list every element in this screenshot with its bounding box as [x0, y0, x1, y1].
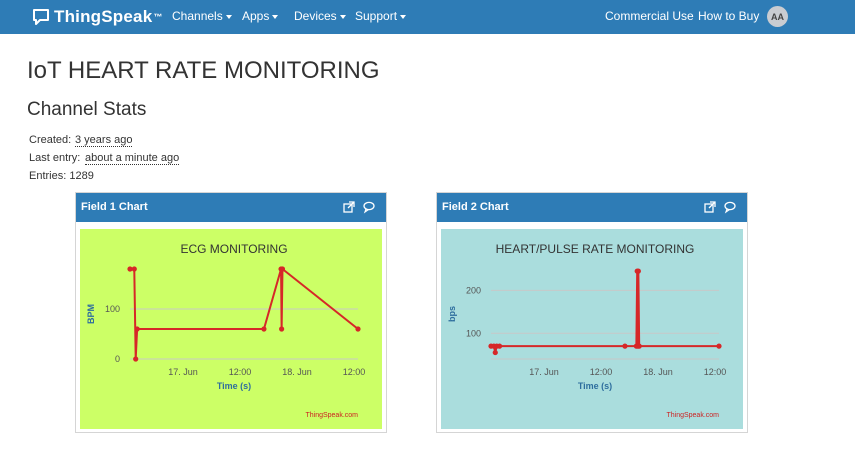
nav-channels-label: Channels — [172, 9, 223, 23]
data-point — [355, 326, 361, 332]
data-point — [279, 266, 286, 272]
brand-name: ThingSpeak — [54, 7, 153, 26]
chat-bubble-icon — [33, 9, 49, 25]
data-point — [716, 343, 722, 349]
field1-chart-panel: Field 1 Chart ECG MONITORING 0 100 17. Jun 1… — [75, 192, 387, 433]
data-point — [279, 326, 285, 332]
x-tick-label: 12:00 — [229, 367, 252, 377]
caret-down-icon — [400, 14, 407, 19]
y-tick-label: 100 — [466, 328, 481, 338]
nav-devices-label: Devices — [294, 9, 337, 23]
user-avatar[interactable]: AA — [767, 6, 788, 27]
chart-background — [441, 229, 743, 429]
chart-credit: ThingSpeak.com — [305, 412, 358, 419]
field1-chart-title: Field 1 Chart — [81, 201, 148, 213]
created-label: Created: — [29, 134, 72, 146]
chart-credit: ThingSpeak.com — [666, 412, 719, 419]
nav-support[interactable]: Support — [355, 9, 407, 23]
nav-commercial-use[interactable]: Commercial Use — [605, 9, 694, 23]
caret-down-icon — [272, 14, 279, 19]
data-point — [261, 326, 267, 332]
comment-icon[interactable] — [362, 200, 376, 214]
x-tick-label: 12:00 — [704, 367, 727, 377]
x-tick-label: 18. Jun — [643, 367, 673, 377]
field1-chart: ECG MONITORING 0 100 17. Jun 12:00 18. Jun 12:… — [80, 229, 382, 429]
x-tick-label: 17. Jun — [529, 367, 559, 377]
field2-chart-title: Field 2 Chart — [442, 201, 509, 213]
field2-chart-panel: Field 2 Chart HEART/PULSE RATE MONITORIN… — [436, 192, 748, 433]
last-entry-value: about a minute ago — [85, 152, 180, 165]
x-axis-label: Time (s) — [578, 381, 612, 391]
field2-chart-header: Field 2 Chart — [437, 193, 747, 222]
field1-chart-header: Field 1 Chart — [76, 193, 386, 222]
brand-logo[interactable]: ThingSpeak ™ — [32, 6, 162, 28]
comment-icon[interactable] — [723, 200, 737, 214]
y-tick-label: 0 — [115, 354, 120, 364]
nav-devices[interactable]: Devices — [294, 9, 346, 23]
y-axis-label: bps — [447, 306, 457, 322]
y-tick-label: 200 — [466, 285, 481, 295]
top-navbar: ThingSpeak ™ Channels Apps Devices Suppo… — [0, 0, 855, 34]
brand-trademark: ™ — [153, 12, 163, 22]
external-link-icon[interactable] — [342, 200, 356, 214]
data-point — [622, 343, 628, 349]
data-point — [635, 268, 641, 274]
data-point — [133, 356, 139, 362]
nav-apps-label: Apps — [242, 9, 270, 23]
y-axis-label: BPM — [86, 304, 96, 324]
chart-title: HEART/PULSE RATE MONITORING — [496, 242, 695, 256]
data-point — [492, 349, 498, 356]
data-point — [636, 343, 642, 349]
x-axis-label: Time (s) — [217, 381, 251, 391]
data-point — [496, 343, 503, 349]
chart-title: ECG MONITORING — [180, 242, 287, 256]
last-entry-label: Last entry: — [29, 152, 81, 164]
x-tick-label: 12:00 — [590, 367, 613, 377]
caret-down-icon — [339, 14, 346, 19]
created-value: 3 years ago — [75, 134, 133, 147]
data-point — [134, 326, 140, 332]
nav-channels[interactable]: Channels — [172, 9, 232, 23]
page-title: IoT HEART RATE MONITORING — [27, 57, 380, 84]
x-tick-label: 18. Jun — [282, 367, 312, 377]
entries-count: Entries: 1289 — [29, 170, 94, 182]
nav-how-to-buy[interactable]: How to Buy — [698, 9, 759, 23]
channel-stats-heading: Channel Stats — [27, 99, 147, 120]
nav-apps[interactable]: Apps — [242, 9, 279, 23]
external-link-icon[interactable] — [703, 200, 717, 214]
x-tick-label: 17. Jun — [168, 367, 198, 377]
x-tick-label: 12:00 — [343, 367, 366, 377]
data-point — [131, 266, 137, 272]
y-tick-label: 100 — [105, 304, 120, 314]
field2-chart: HEART/PULSE RATE MONITORING 100 200 17. Jun… — [441, 229, 743, 429]
caret-down-icon — [225, 14, 232, 19]
nav-support-label: Support — [355, 9, 398, 23]
